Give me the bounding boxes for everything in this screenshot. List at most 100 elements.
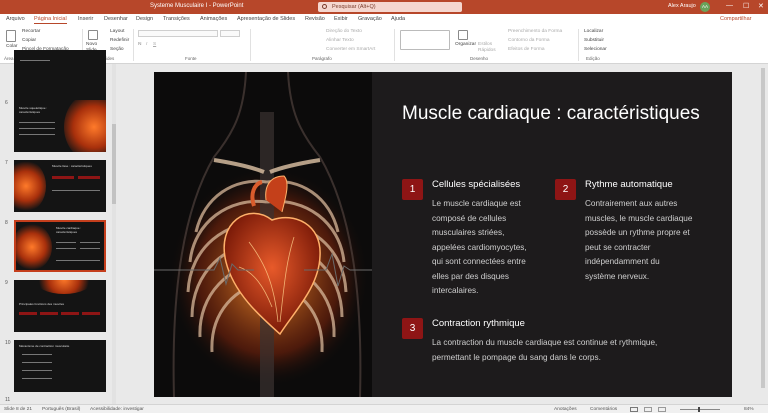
feature-body[interactable]: La contraction du muscle cardiaque est c… — [432, 336, 722, 365]
feature-title[interactable]: Cellules spécialisées — [432, 179, 520, 190]
tab-arquivo[interactable]: Arquivo — [6, 16, 25, 22]
slide-thumbnail-panel: 6 Muscle squelettique : caractéristiques… — [0, 50, 116, 404]
tab-ajuda[interactable]: Ajuda — [391, 16, 405, 22]
slide-sorter-icon[interactable] — [644, 407, 652, 412]
tab-transicoes[interactable]: Transições — [163, 16, 190, 22]
accessibility-status[interactable]: Acessibilidade: investigar — [90, 407, 144, 412]
search-box[interactable]: Pesquisar (Alt+Q) — [318, 2, 462, 12]
shape-outline-button[interactable]: Contorno da Forma — [508, 38, 550, 43]
thumb-line — [22, 354, 52, 355]
shapes-gallery[interactable] — [400, 30, 450, 50]
slide-thumbnail-selected[interactable]: Muscle cardiaque : caractéristiques — [14, 220, 106, 272]
drawing-group-label: Desenho — [470, 56, 489, 61]
feature-number-badge: 3 — [402, 318, 423, 339]
feature-title[interactable]: Rythme automatique — [585, 179, 673, 190]
shape-effects-button[interactable]: Efeitos de Forma — [508, 47, 545, 52]
slide-number: 8 — [5, 220, 8, 226]
heart-illustration — [154, 72, 372, 397]
tab-revisao[interactable]: Revisão — [305, 16, 325, 22]
zoom-level[interactable]: 84% — [744, 407, 754, 412]
reset-button[interactable]: Redefinir — [110, 38, 129, 43]
layout-button[interactable]: Layout — [110, 29, 124, 34]
slide-thumbnail[interactable]: Principales fonctions des muscles — [14, 280, 106, 332]
slide-title[interactable]: Muscle cardiaque : caractéristiques — [402, 102, 702, 126]
feature-number-badge: 2 — [555, 179, 576, 200]
paragraph-group-label: Parágrafo — [312, 56, 332, 61]
tab-exibir[interactable]: Exibir — [334, 16, 348, 22]
canvas-scrollbar[interactable] — [758, 64, 768, 404]
language-indicator[interactable]: Português (Brasil) — [42, 407, 80, 412]
paste-icon[interactable] — [6, 30, 16, 42]
text-direction-button[interactable]: Direção do Texto — [326, 29, 362, 34]
tab-pagina-inicial[interactable]: Página Inicial — [34, 16, 67, 24]
comments-button[interactable]: Comentários — [590, 407, 617, 412]
feature-line: musculaires striées, — [432, 228, 505, 237]
minimize-button[interactable]: — — [726, 2, 733, 9]
avatar[interactable]: AA — [700, 2, 710, 12]
thumb-line — [56, 242, 76, 243]
tab-inserir[interactable]: Inserir — [78, 16, 93, 22]
feature-line: Contrairement aux autres — [585, 199, 678, 208]
search-placeholder: Pesquisar (Alt+Q) — [332, 4, 376, 10]
arrange-icon[interactable] — [458, 30, 468, 40]
user-name[interactable]: Alex Araujo — [668, 3, 696, 9]
feature-line: elles par des disques — [432, 271, 509, 281]
thumb-image — [14, 160, 46, 212]
bold-button[interactable]: N — [138, 42, 141, 47]
tab-apresentacao[interactable]: Apresentação de Slides — [237, 16, 295, 22]
thumb-title: Muscle lisse : caractéristiques — [52, 164, 92, 168]
slide-thumbnail[interactable] — [14, 50, 106, 102]
tab-desenhar[interactable]: Desenhar — [104, 16, 128, 22]
maximize-button[interactable]: ☐ — [743, 2, 749, 10]
divider — [133, 29, 134, 61]
thumbnail-scrollbar[interactable] — [112, 64, 116, 404]
zoom-slider-handle[interactable] — [698, 407, 700, 412]
thumb-line — [82, 312, 100, 315]
tab-gravacao[interactable]: Gravação — [358, 16, 382, 22]
divider — [250, 29, 251, 61]
cut-button[interactable]: Recortar — [22, 29, 40, 34]
reading-view-icon[interactable] — [658, 407, 666, 412]
thumb-line — [19, 122, 55, 123]
notes-button[interactable]: Anotações — [554, 407, 577, 412]
arrange-button[interactable]: Organizar — [455, 42, 476, 47]
feature-line: appelées cardiomyocytes, — [432, 242, 527, 252]
thumb-line — [22, 362, 52, 363]
feature-title[interactable]: Contraction rythmique — [432, 318, 525, 329]
zoom-slider[interactable] — [680, 409, 720, 410]
share-button[interactable]: Compartilhar — [720, 16, 751, 22]
feature-body[interactable]: Le muscle cardiaque est composé de cellu… — [432, 197, 552, 299]
section-button[interactable]: Seção — [110, 47, 124, 52]
paste-button[interactable]: Colar — [6, 44, 17, 49]
slide-thumbnail[interactable]: Muscle lisse : caractéristiques — [14, 160, 106, 212]
close-button[interactable]: ✕ — [758, 2, 764, 10]
scrollbar-thumb[interactable] — [112, 124, 116, 204]
font-size-field[interactable] — [220, 30, 240, 37]
select-button[interactable]: Selecionar — [584, 47, 607, 52]
thumb-image — [34, 280, 94, 294]
new-slide-icon[interactable] — [88, 30, 98, 40]
normal-view-icon[interactable] — [630, 407, 638, 412]
slide-number: 6 — [5, 100, 8, 106]
feature-body[interactable]: Contrairement aux autres muscles, le mus… — [585, 197, 725, 284]
thumb-line — [19, 312, 37, 315]
tab-animacoes[interactable]: Animações — [200, 16, 227, 22]
tab-design[interactable]: Design — [136, 16, 153, 22]
underline-button[interactable]: S — [153, 42, 156, 47]
scrollbar-thumb[interactable] — [761, 68, 765, 388]
quick-styles-button[interactable]: Estilos Rápidos — [478, 42, 500, 54]
replace-button[interactable]: Substituir — [584, 38, 604, 43]
current-slide[interactable]: Muscle cardiaque : caractéristiques 1 Ce… — [154, 72, 732, 397]
slide-thumbnail[interactable]: Muscle squelettique : caractéristiques — [14, 100, 106, 152]
heart-xray-image — [154, 72, 372, 397]
copy-button[interactable]: Copiar — [22, 38, 36, 43]
font-name-field[interactable] — [138, 30, 218, 37]
slide-thumbnail[interactable]: Mécanisme de contraction musculaire — [14, 340, 106, 392]
find-button[interactable]: Localizar — [584, 29, 603, 34]
feature-line: composé de cellules — [432, 213, 507, 223]
smartart-button[interactable]: Converter em SmartArt — [326, 47, 375, 52]
thumb-line — [19, 128, 55, 129]
align-text-button[interactable]: Alinhar Texto — [326, 38, 354, 43]
italic-button[interactable]: I — [146, 42, 147, 47]
shape-fill-button[interactable]: Preenchimento da Forma — [508, 29, 562, 34]
